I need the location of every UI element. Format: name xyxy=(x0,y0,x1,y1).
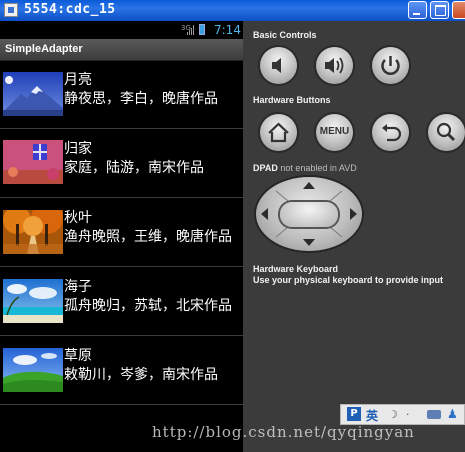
phone-screen: 3G 7:14 SimpleAdapter 月亮 静夜思，李白，晚唐作品 归家 … xyxy=(0,21,243,452)
item-title: 月亮 xyxy=(64,72,92,88)
dpad-center-button[interactable] xyxy=(280,202,338,227)
back-button[interactable] xyxy=(372,114,409,151)
status-time: 7:14 xyxy=(214,23,241,37)
dpad-control[interactable] xyxy=(256,177,362,251)
list-item[interactable]: 草原 敕勒川，岑爹，南宋作品 xyxy=(0,337,243,405)
dpad-note: not enabled in AVD xyxy=(280,163,357,173)
ime-language-toggle[interactable]: 英 xyxy=(366,407,378,424)
autumn-tree-image xyxy=(3,210,63,254)
hardware-keyboard-section: Hardware Keyboard Use your physical keyb… xyxy=(253,264,443,286)
list-item[interactable]: 归家 家庭，陆游，南宋作品 xyxy=(0,130,243,198)
item-title: 海子 xyxy=(64,279,92,295)
menu-button[interactable]: MENU xyxy=(316,114,353,151)
list-item[interactable]: 月亮 静夜思，李白，晚唐作品 xyxy=(0,61,243,129)
app-title: SimpleAdapter xyxy=(5,43,83,55)
app-title-bar: SimpleAdapter xyxy=(0,39,243,61)
maximize-button[interactable] xyxy=(430,1,449,19)
item-subtitle: 敕勒川，岑爹，南宋作品 xyxy=(64,367,218,383)
green-hill-image xyxy=(3,348,63,392)
volume-down-icon xyxy=(272,58,281,73)
moon-mountain-image xyxy=(3,72,63,116)
item-subtitle: 家庭，陆游，南宋作品 xyxy=(64,160,204,176)
item-subtitle: 孤舟晚归，苏轼，北宋作品 xyxy=(64,298,232,314)
item-subtitle: 静夜思，李白，晚唐作品 xyxy=(64,91,218,107)
signal-icon xyxy=(187,25,194,35)
dpad-label: DPAD xyxy=(253,163,278,173)
item-subtitle: 渔舟晚照，王维，晚唐作品 xyxy=(64,229,232,245)
moon-icon[interactable]: ☽ xyxy=(388,408,398,421)
power-button[interactable] xyxy=(372,47,409,84)
hardware-buttons-heading: Hardware Buttons xyxy=(253,95,331,105)
menu-label: MENU xyxy=(319,126,350,137)
volume-up-button[interactable] xyxy=(316,47,353,84)
hardware-keyboard-heading: Hardware Keyboard xyxy=(253,264,339,274)
search-button[interactable] xyxy=(428,114,465,151)
keyboard-icon[interactable] xyxy=(427,410,441,419)
back-arrow-icon xyxy=(382,124,402,142)
volume-up-icon xyxy=(325,57,344,74)
basic-controls-heading: Basic Controls xyxy=(253,30,317,40)
item-title: 草原 xyxy=(64,348,92,364)
ime-toolbar[interactable]: P 英 ☽ · ♟ xyxy=(340,404,465,425)
user-icon[interactable]: ♟ xyxy=(447,407,458,421)
dpad-heading: DPAD not enabled in AVD xyxy=(253,163,357,173)
beach-image xyxy=(3,279,63,323)
minimize-button[interactable] xyxy=(408,1,427,19)
window-titlebar: 5554:cdc_15 xyxy=(0,0,465,21)
list-item[interactable]: 秋叶 渔舟晚照，王维，晚唐作品 xyxy=(0,199,243,267)
home-button[interactable] xyxy=(260,114,297,151)
watermark-url: http://blog.csdn.net/qyqingyan xyxy=(152,423,415,441)
item-title: 归家 xyxy=(64,141,92,157)
power-icon xyxy=(381,56,400,75)
hardware-keyboard-note: Use your physical keyboard to provide in… xyxy=(253,275,444,285)
punctuation-icon[interactable]: · xyxy=(406,408,410,421)
window-title: 5554:cdc_15 xyxy=(24,2,116,17)
battery-icon xyxy=(199,24,205,35)
emulator-app-icon xyxy=(4,3,18,17)
list-item[interactable]: 海子 孤舟晚归，苏轼，北宋作品 xyxy=(0,268,243,336)
emulator-control-panel: Basic Controls Hardware Buttons MENU DPA… xyxy=(243,21,465,452)
status-bar: 3G 7:14 xyxy=(0,21,243,39)
close-button[interactable] xyxy=(452,1,465,19)
pink-house-image xyxy=(3,140,63,184)
ime-logo-icon[interactable]: P xyxy=(347,407,361,421)
item-title: 秋叶 xyxy=(64,210,92,226)
home-icon xyxy=(268,122,289,143)
volume-down-button[interactable] xyxy=(260,47,297,84)
search-icon xyxy=(436,122,456,142)
